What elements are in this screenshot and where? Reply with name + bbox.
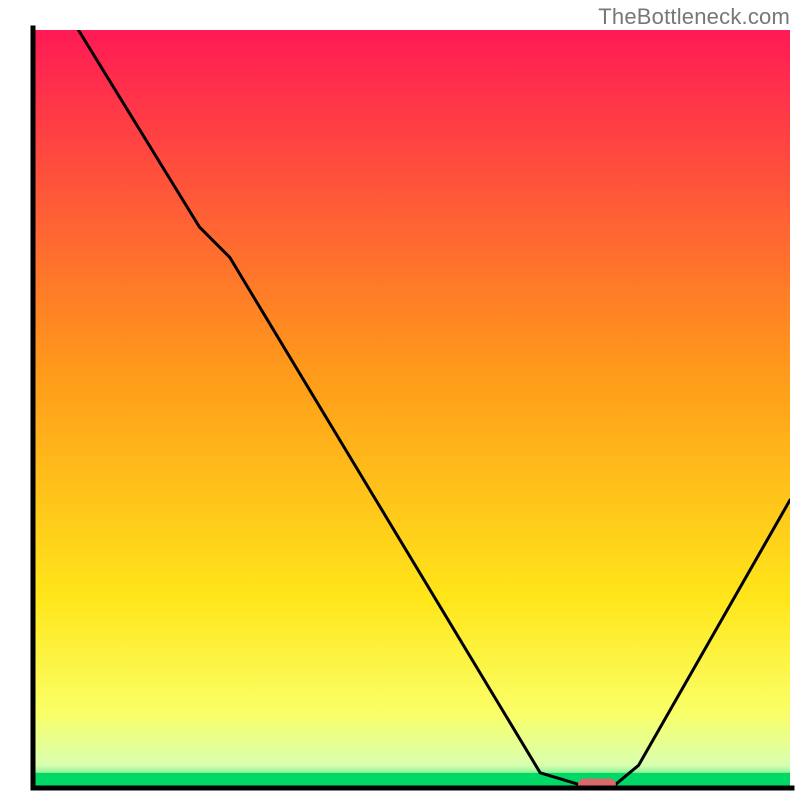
bottleneck-chart xyxy=(0,0,800,800)
plot-area xyxy=(33,30,790,791)
chart-container: TheBottleneck.com xyxy=(0,0,800,800)
